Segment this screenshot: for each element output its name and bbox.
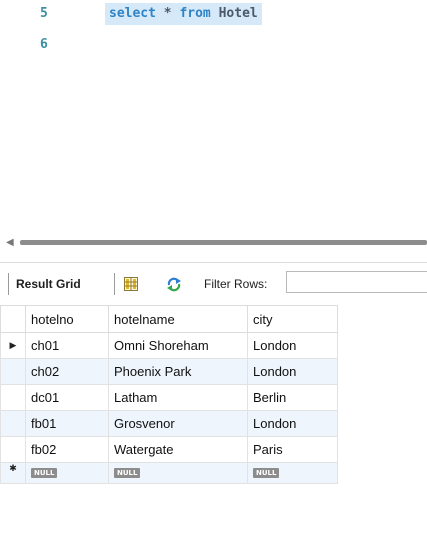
table-row[interactable]: ▶ ch01 Omni Shoreham London — [0, 332, 338, 359]
cell-hotelname[interactable]: Omni Shoreham — [108, 332, 248, 359]
row-header[interactable] — [0, 358, 26, 385]
result-grid-tab[interactable]: Result Grid — [16, 273, 81, 295]
column-header-hotelno[interactable]: hotelno — [25, 305, 109, 333]
cell-city-null[interactable]: NULL — [247, 462, 338, 484]
cell-hotelno[interactable]: dc01 — [25, 384, 109, 411]
cell-city[interactable]: London — [247, 332, 338, 359]
row-header[interactable] — [0, 410, 26, 437]
result-grid: hotelno hotelname city ▶ ch01 Omni Shore… — [0, 305, 338, 484]
cell-hotelname[interactable]: Watergate — [108, 436, 248, 463]
cell-city[interactable]: Paris — [247, 436, 338, 463]
null-badge: NULL — [114, 468, 141, 478]
cell-city[interactable]: London — [247, 358, 338, 385]
row-header-corner[interactable] — [0, 305, 26, 333]
toolbar-separator — [114, 273, 115, 295]
grid-header-row: hotelno hotelname city — [0, 305, 338, 333]
null-badge: NULL — [31, 468, 58, 478]
null-badge: NULL — [253, 468, 280, 478]
toolbar-separator — [8, 273, 9, 295]
cell-hotelno[interactable]: ch01 — [25, 332, 109, 359]
cell-hotelno-null[interactable]: NULL — [25, 462, 109, 484]
cell-hotelno[interactable]: fb01 — [25, 410, 109, 437]
cell-hotelname[interactable]: Phoenix Park — [108, 358, 248, 385]
new-row-marker-icon[interactable]: ✱ — [0, 462, 26, 484]
table-row[interactable]: fb02 Watergate Paris — [0, 436, 338, 463]
cell-hotelname-null[interactable]: NULL — [108, 462, 248, 484]
result-toolbar: Result Grid Filter Rows: — [0, 262, 427, 309]
sql-statement[interactable]: select * from Hotel — [105, 3, 262, 25]
sql-editor[interactable]: 5 select * from Hotel 6 — [0, 0, 427, 228]
cell-hotelno[interactable]: fb02 — [25, 436, 109, 463]
cell-hotelname[interactable]: Grosvenor — [108, 410, 248, 437]
line-number: 6 — [40, 37, 48, 52]
current-row-marker-icon[interactable]: ▶ — [0, 332, 26, 359]
grid-layout-icon[interactable] — [124, 277, 138, 291]
cell-hotelno[interactable]: ch02 — [25, 358, 109, 385]
table-row[interactable]: ch02 Phoenix Park London — [0, 358, 338, 385]
column-header-city[interactable]: city — [247, 305, 338, 333]
scrollbar-thumb[interactable] — [20, 240, 427, 245]
filter-rows-input[interactable] — [286, 271, 427, 293]
scroll-left-arrow-icon[interactable]: ◀ — [6, 238, 14, 248]
table-row[interactable]: fb01 Grosvenor London — [0, 410, 338, 437]
refresh-icon[interactable] — [166, 276, 182, 292]
row-header[interactable] — [0, 384, 26, 411]
column-header-hotelname[interactable]: hotelname — [108, 305, 248, 333]
cell-city[interactable]: London — [247, 410, 338, 437]
sql-keyword-from: from — [179, 6, 211, 21]
sql-table-name: Hotel — [210, 6, 258, 21]
new-row[interactable]: ✱ NULL NULL NULL — [0, 462, 338, 484]
table-row[interactable]: dc01 Latham Berlin — [0, 384, 338, 411]
editor-line-6[interactable]: 6 — [0, 33, 427, 57]
sql-keyword-select: select — [109, 6, 156, 21]
row-header[interactable] — [0, 436, 26, 463]
cell-hotelname[interactable]: Latham — [108, 384, 248, 411]
filter-rows-label: Filter Rows: — [204, 277, 268, 291]
sql-token: * — [155, 6, 180, 21]
cell-city[interactable]: Berlin — [247, 384, 338, 411]
editor-horizontal-scrollbar[interactable]: ◀ — [0, 236, 427, 250]
editor-line-5[interactable]: 5 select * from Hotel — [0, 2, 427, 26]
line-number: 5 — [40, 6, 48, 21]
